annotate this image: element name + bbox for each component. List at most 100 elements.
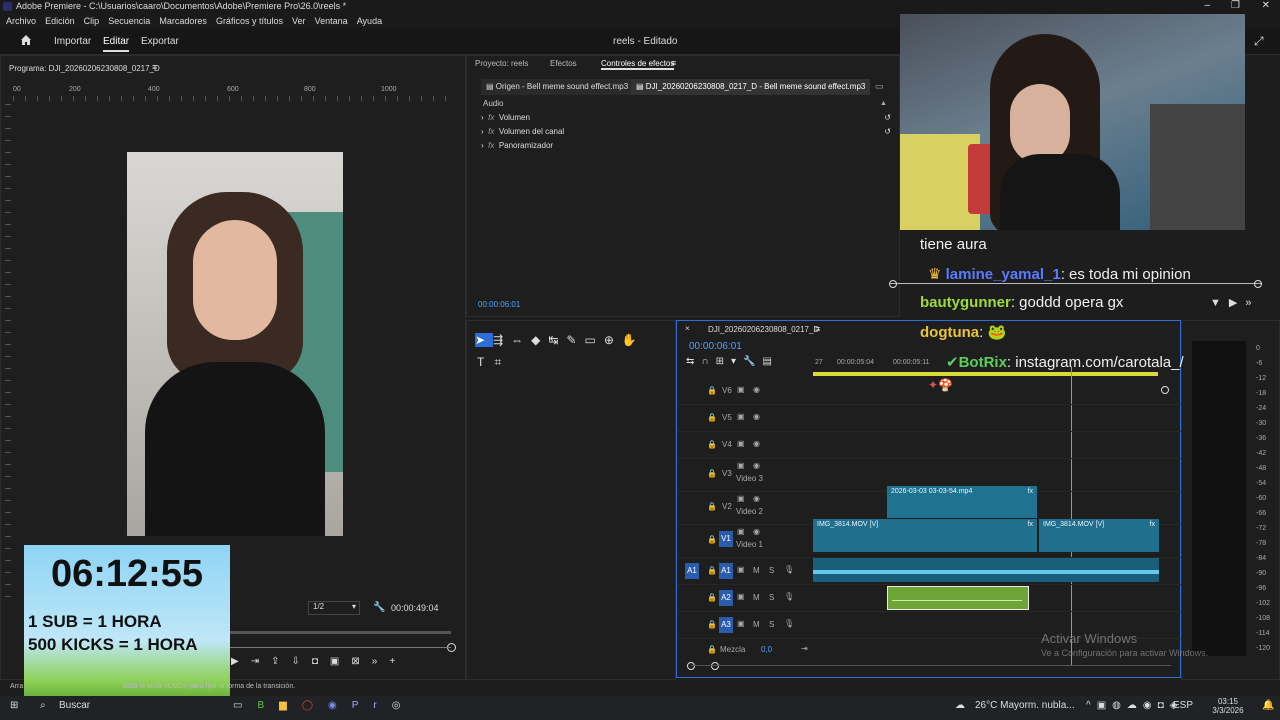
reset-icon[interactable]: ↺ (884, 113, 891, 122)
eye-icon[interactable]: ◉ (753, 385, 760, 394)
menu-ventana[interactable]: Ventana (315, 16, 348, 26)
panel-toggle-icon[interactable]: ▭ (875, 81, 884, 92)
zoom-handle-left[interactable] (687, 662, 695, 670)
captions-icon[interactable]: ▤ (762, 356, 778, 367)
vr-icon[interactable]: ⊠ (351, 656, 371, 667)
zoom-handle-right[interactable] (711, 662, 719, 670)
minimize-icon[interactable]: – (1204, 0, 1210, 11)
tray-app-icon[interactable]: ◘ (1158, 700, 1170, 711)
track-output-icon[interactable]: ▣ (737, 565, 745, 574)
app-b-icon[interactable]: B (257, 700, 279, 711)
quality-select[interactable]: 1/2 ▾ (308, 601, 360, 615)
compare-icon[interactable]: ▣ (330, 656, 351, 667)
end-icon[interactable]: ⇥ (801, 644, 808, 653)
ripple-edit-icon[interactable]: ⇔ (511, 333, 531, 347)
mic-icon[interactable]: 🎙 (784, 565, 794, 574)
extract-icon[interactable]: ⇩ (291, 656, 311, 667)
mute-icon[interactable]: M (753, 620, 760, 629)
pen-icon[interactable]: ✎ (566, 333, 584, 347)
search-icon[interactable]: ⌕ (40, 700, 46, 711)
obs-icon[interactable]: ◎ (392, 700, 416, 711)
eye-icon[interactable]: ◉ (753, 527, 760, 536)
track-id[interactable]: V1 (719, 531, 733, 547)
track-output-icon[interactable]: ▣ (737, 439, 745, 448)
lock-icon[interactable]: 🔒 (707, 413, 717, 422)
mix-value[interactable]: 0,0 (761, 645, 772, 654)
task-view-icon[interactable]: ▭ (233, 700, 257, 711)
transform-icon[interactable]: ⌗ (494, 355, 511, 369)
eye-icon[interactable]: ◉ (753, 412, 760, 421)
track-output-icon[interactable]: ▣ (737, 592, 745, 601)
eye-icon[interactable]: ◉ (753, 461, 760, 470)
scroll-up-icon[interactable]: ▲ (880, 100, 887, 107)
track-output-icon[interactable]: ▣ (737, 619, 745, 628)
mute-icon[interactable]: M (753, 566, 760, 575)
selection-tool-icon[interactable]: ➤ (475, 333, 494, 347)
weather-text[interactable]: 26°C Mayorm. nubla... (975, 700, 1075, 711)
fullscreen-icon[interactable]: ⤢ (1254, 34, 1264, 49)
menu-clip[interactable]: Clip (84, 16, 100, 26)
source-patch[interactable]: A1 (685, 563, 699, 579)
clip-v1-a[interactable]: IMG_3814.MOV [V] fx (813, 519, 1037, 552)
tab-effects[interactable]: Efectos (550, 59, 577, 68)
tab-effect-controls[interactable]: Controles de efectos (601, 59, 675, 70)
track-id[interactable]: A1 (719, 563, 733, 579)
eye-icon[interactable]: ◉ (753, 439, 760, 448)
menu-edicion[interactable]: Edición (45, 16, 75, 26)
file-explorer-icon[interactable]: ▆ (279, 700, 302, 711)
track-output-icon[interactable]: ▣ (737, 461, 745, 470)
lock-icon[interactable]: 🔒 (707, 535, 717, 544)
mute-icon[interactable]: M (753, 593, 760, 602)
track-output-icon[interactable]: ▣ (737, 412, 745, 421)
step-forward-icon[interactable]: ⇥ (251, 656, 271, 667)
lock-icon[interactable]: 🔒 (707, 440, 717, 449)
windows-start-icon[interactable]: ⊞ (10, 700, 18, 711)
eye-icon[interactable]: ◉ (753, 494, 760, 503)
reset-icon[interactable]: ↺ (884, 127, 891, 136)
type-tool-icon[interactable]: T (477, 355, 494, 369)
effect-row-channel-volume[interactable]: › fx Volumen del canal ↺ (481, 127, 891, 141)
tray-app-icon[interactable]: ◉ (1143, 700, 1158, 711)
tab-project[interactable]: Proyecto: reels (475, 59, 528, 68)
program-menu-icon[interactable]: ≡ (152, 62, 157, 72)
tray-app-icon[interactable]: ◍ (1112, 700, 1127, 711)
clock[interactable]: 03:15 3/3/2026 (1206, 697, 1250, 715)
expand-icon[interactable]: › (481, 127, 484, 136)
clip-v1-b[interactable]: IMG_3814.MOV [V] fx (1039, 519, 1159, 552)
track-id[interactable]: A3 (719, 617, 733, 633)
add-icon[interactable]: + (389, 656, 407, 667)
solo-icon[interactable]: S (769, 620, 774, 629)
snap-icon[interactable]: ∩ (701, 356, 715, 367)
track-id[interactable]: V2 (722, 502, 732, 511)
weather-icon[interactable]: ☁ (955, 700, 965, 711)
menu-graficos[interactable]: Gráficos y títulos (216, 16, 283, 26)
home-icon[interactable] (20, 34, 32, 46)
track-id[interactable]: V5 (722, 413, 732, 422)
clip-a2-bell[interactable] (887, 586, 1029, 610)
opera-icon[interactable]: ◯ (302, 700, 328, 711)
chevron-up-icon[interactable]: ^ (1086, 700, 1097, 711)
track-output-icon[interactable]: ▣ (737, 527, 745, 536)
sequence-tab[interactable]: ▤ DJI_20260206230808_0217_D - Bell meme … (631, 79, 871, 95)
marker-icon[interactable]: ▾ (731, 356, 743, 367)
program-label[interactable]: Programa: DJI_20260206230808_0217_D (9, 64, 160, 73)
menu-archivo[interactable]: Archivo (6, 16, 36, 26)
mic-icon[interactable]: 🎙 (784, 592, 794, 601)
sequence-name[interactable]: DJI_20260206230808_0217_D (708, 325, 819, 334)
more-icon[interactable]: » (1245, 297, 1259, 309)
lock-icon[interactable]: 🔒 (707, 386, 717, 395)
menu-ayuda[interactable]: Ayuda (357, 16, 382, 26)
menu-marcadores[interactable]: Marcadores (159, 16, 207, 26)
hand-icon[interactable]: ✋ (622, 333, 645, 347)
expand-icon[interactable]: › (481, 141, 484, 150)
track-output-icon[interactable]: ▣ (737, 494, 745, 503)
mic-icon[interactable]: 🎙 (784, 619, 794, 628)
lock-icon[interactable]: 🔒 (707, 469, 717, 478)
premiere-icon[interactable]: Pr (352, 700, 392, 711)
lift-icon[interactable]: ⇪ (271, 656, 291, 667)
effect-row-volumen[interactable]: › fx Volumen ↺ (481, 113, 891, 127)
expand-icon[interactable]: › (481, 113, 484, 122)
track-id[interactable]: A2 (719, 590, 733, 606)
clip-a1[interactable] (813, 558, 1159, 582)
play-icon[interactable]: ▶ (1229, 297, 1245, 309)
